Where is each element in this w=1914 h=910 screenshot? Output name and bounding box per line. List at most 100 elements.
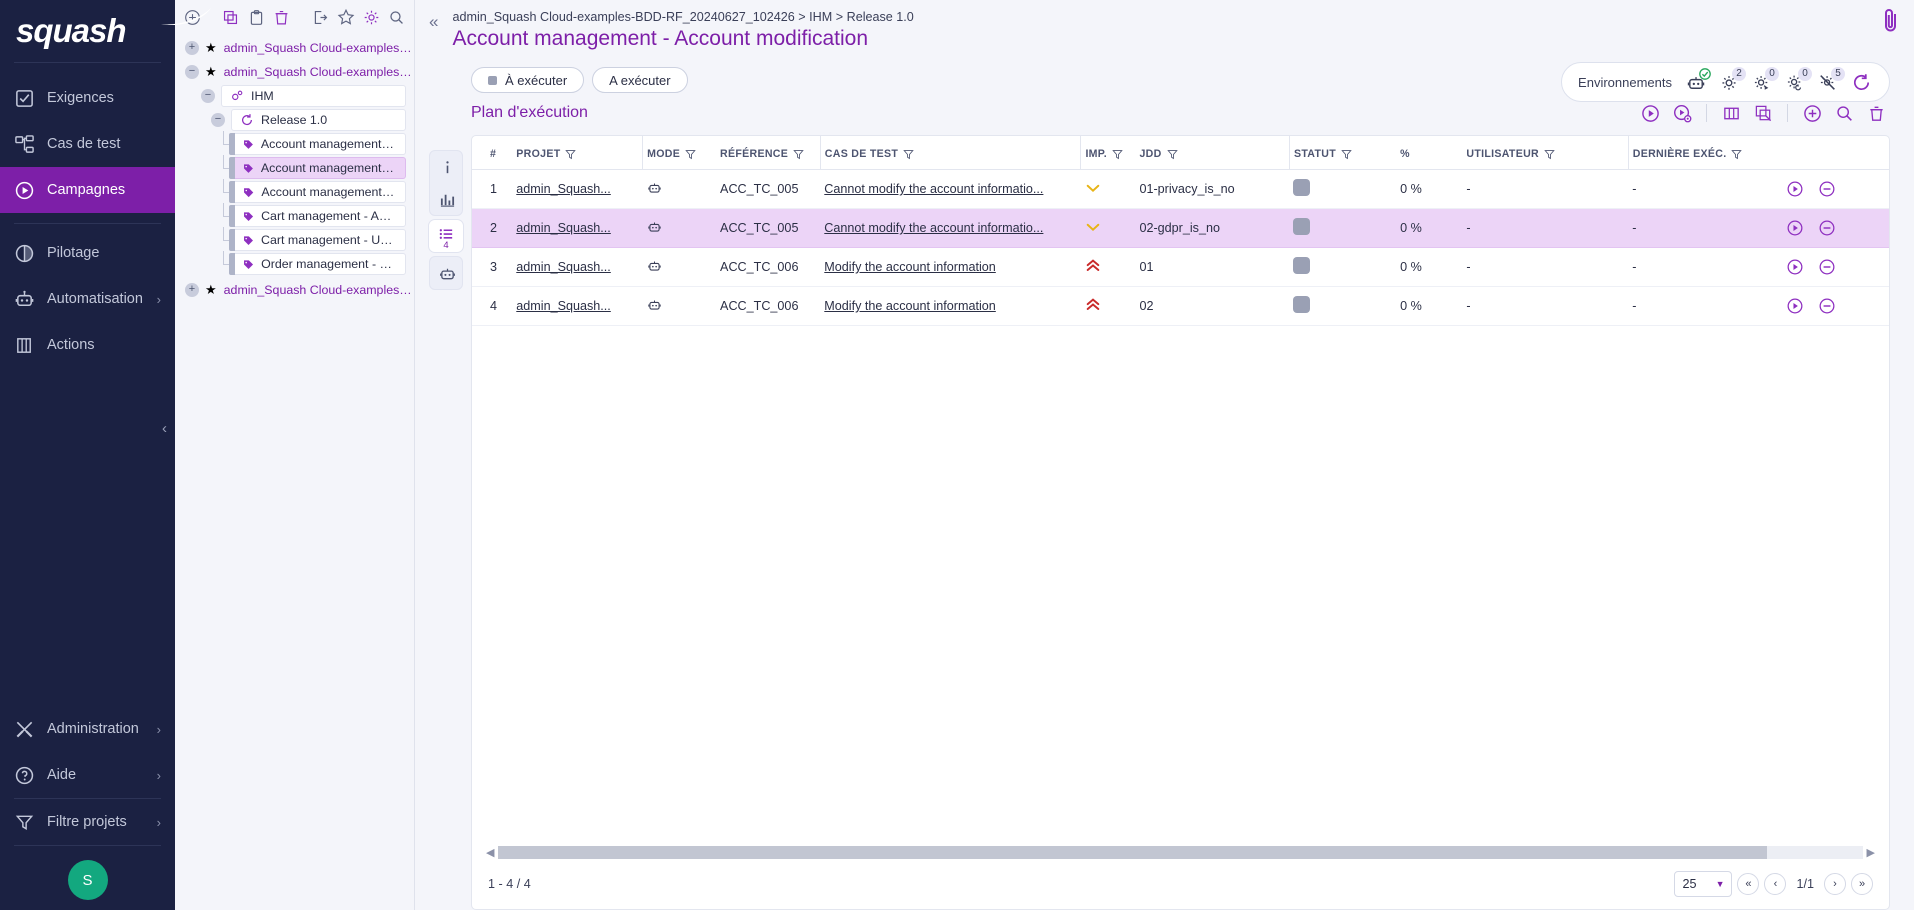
scrollbar-track[interactable]: [498, 846, 1863, 859]
tree-node-ihm[interactable]: − IHM: [175, 84, 414, 108]
test-case-link[interactable]: Modify the account information: [824, 299, 996, 313]
status-badge-a-executer[interactable]: À exécuter: [471, 67, 585, 93]
cell-cas-de-test[interactable]: Modify the account information: [820, 247, 1081, 287]
cell-projet[interactable]: admin_Squash...: [512, 286, 643, 326]
sidebar-item-exigences[interactable]: Exigences: [0, 75, 175, 121]
sidebar-item-automatisation[interactable]: Automatisation ›: [0, 276, 175, 322]
tree-expand-toggle[interactable]: +: [185, 41, 199, 55]
column-header-imp-[interactable]: IMP.: [1080, 136, 1136, 170]
tree-leaf-item[interactable]: Order management - Order...: [175, 251, 414, 276]
column-header-statut[interactable]: STATUT: [1288, 136, 1397, 170]
column-header-utilisateur[interactable]: UTILISATEUR: [1462, 136, 1629, 170]
row-run-button[interactable]: [1786, 219, 1804, 237]
tab-execution-plan[interactable]: 4: [429, 220, 463, 252]
tree-leaf-item[interactable]: Account management - Lo...: [175, 179, 414, 204]
test-case-link[interactable]: Modify the account information: [824, 260, 996, 274]
projet-link[interactable]: admin_Squash...: [516, 221, 611, 235]
column-settings-button[interactable]: [1717, 99, 1745, 127]
row-remove-button[interactable]: [1818, 297, 1836, 315]
sidebar-item-campagnes[interactable]: Campagnes: [0, 167, 175, 213]
column-header-actions[interactable]: [1782, 136, 1889, 170]
tab-automation[interactable]: [430, 257, 464, 289]
column-header-r-f-rence[interactable]: RÉFÉRENCE: [716, 136, 821, 170]
tree-leaf-box[interactable]: Order management - Order...: [235, 253, 406, 275]
delete-plan-button[interactable]: [1862, 99, 1890, 127]
test-case-link[interactable]: Cannot modify the account informatio...: [824, 182, 1043, 196]
cell-cas-de-test[interactable]: Cannot modify the account informatio...: [820, 208, 1081, 248]
row-remove-button[interactable]: [1818, 180, 1836, 198]
tree-expand-toggle[interactable]: +: [185, 283, 199, 297]
add-test-case-button[interactable]: [1798, 99, 1826, 127]
projet-link[interactable]: admin_Squash...: [516, 299, 611, 313]
environment-count-configured[interactable]: 2: [1717, 67, 1746, 94]
environment-robot-status[interactable]: [1684, 68, 1711, 94]
cell-projet[interactable]: admin_Squash...: [512, 208, 643, 248]
paste-button[interactable]: [245, 4, 267, 30]
test-case-link[interactable]: Cannot modify the account informatio...: [824, 221, 1043, 235]
row-run-button[interactable]: [1786, 258, 1804, 276]
tree-node-box[interactable]: Release 1.0: [231, 109, 406, 131]
tab-information[interactable]: [430, 151, 464, 183]
run-execution-button[interactable]: [1636, 99, 1664, 127]
tree-collapse-toggle[interactable]: −: [185, 65, 199, 79]
column-header-mode[interactable]: MODE: [642, 136, 717, 170]
table-row[interactable]: 3 admin_Squash... ACC_TC_006 Modify the acc…: [472, 247, 1889, 287]
collapse-tree-button[interactable]: «: [429, 12, 438, 32]
environment-count-disabled[interactable]: 5: [1816, 67, 1845, 94]
tree-project-row[interactable]: + ★ admin_Squash Cloud-examples-BDD-...: [175, 36, 414, 60]
cell-cas-de-test[interactable]: Modify the account information: [820, 286, 1081, 326]
scrollbar-thumb[interactable]: [498, 846, 1768, 859]
projet-link[interactable]: admin_Squash...: [516, 260, 611, 274]
scroll-right-arrow[interactable]: ▶: [1863, 846, 1879, 859]
row-run-button[interactable]: [1786, 180, 1804, 198]
copy-button[interactable]: [220, 4, 242, 30]
table-row[interactable]: 1 admin_Squash... ACC_TC_005 Cannot modify …: [472, 169, 1889, 209]
sidebar-item-pilotage[interactable]: Pilotage: [0, 230, 175, 276]
cell-projet[interactable]: admin_Squash...: [512, 247, 643, 287]
environment-count-pending[interactable]: 0: [1783, 67, 1812, 94]
cell-cas-de-test[interactable]: Cannot modify the account informatio...: [820, 169, 1081, 209]
row-run-button[interactable]: [1786, 297, 1804, 315]
sidebar-item-filtre-projets[interactable]: Filtre projets ›: [0, 799, 175, 845]
tree-project-row[interactable]: − ★ admin_Squash Cloud-examples-BDD-...: [175, 60, 414, 84]
tree-node-box[interactable]: IHM: [221, 85, 406, 107]
environment-count-running[interactable]: 0: [1750, 67, 1779, 94]
column-header-derni-re-ex-c-[interactable]: DERNIÈRE EXÉC.: [1627, 136, 1783, 170]
tab-statistics[interactable]: [430, 183, 464, 215]
tree-leaf-item[interactable]: Cart management - Add to ...: [175, 203, 414, 228]
tree-collapse-toggle[interactable]: −: [201, 89, 215, 103]
sidebar-item-cas-de-test[interactable]: Cas de test: [0, 121, 175, 167]
table-row[interactable]: 2 admin_Squash... ACC_TC_005 Cannot modify …: [472, 208, 1889, 248]
projet-link[interactable]: admin_Squash...: [516, 182, 611, 196]
collapse-sidebar-button[interactable]: ‹: [162, 420, 167, 437]
search-button[interactable]: [386, 4, 408, 30]
scroll-left-arrow[interactable]: ◀: [482, 846, 498, 859]
search-plan-button[interactable]: [1830, 99, 1858, 127]
delete-button[interactable]: [271, 4, 293, 30]
sidebar-item-aide[interactable]: Aide ›: [0, 752, 175, 798]
column-header-jdd[interactable]: JDD: [1135, 136, 1290, 170]
tree-leaf-box[interactable]: Account management - Lo...: [235, 181, 406, 203]
tree-node-release[interactable]: − Release 1.0: [175, 108, 414, 132]
run-execution-settings-button[interactable]: [1668, 99, 1696, 127]
filter-copy-button[interactable]: [1749, 99, 1777, 127]
attachments-button[interactable]: [1880, 6, 1902, 41]
row-remove-button[interactable]: [1818, 219, 1836, 237]
tree-leaf-item[interactable]: Account management - Acc...: [175, 155, 414, 180]
prev-page-button[interactable]: ‹: [1764, 873, 1787, 895]
next-page-button[interactable]: ›: [1824, 873, 1846, 895]
refresh-environments-button[interactable]: [1849, 70, 1873, 94]
row-remove-button[interactable]: [1818, 258, 1836, 276]
horizontal-scrollbar[interactable]: ◀ ▶: [472, 840, 1889, 859]
tree-leaf-box[interactable]: Cart management - Update...: [235, 229, 406, 251]
cell-projet[interactable]: admin_Squash...: [512, 169, 643, 209]
status-badge-a-executer-2[interactable]: A exécuter: [592, 67, 688, 93]
table-row[interactable]: 4 admin_Squash... ACC_TC_006 Modify the acc…: [472, 286, 1889, 326]
tree-leaf-box[interactable]: Account management - Acc...: [235, 133, 406, 155]
tree-project-row[interactable]: + ★ admin_Squash Cloud-examples-nativ...: [175, 278, 414, 302]
tree-collapse-toggle[interactable]: −: [211, 113, 225, 127]
export-button[interactable]: [309, 4, 331, 30]
page-size-select[interactable]: 25 ▼: [1674, 871, 1733, 897]
column-header--[interactable]: #: [472, 136, 513, 170]
first-page-button[interactable]: «: [1737, 873, 1760, 895]
